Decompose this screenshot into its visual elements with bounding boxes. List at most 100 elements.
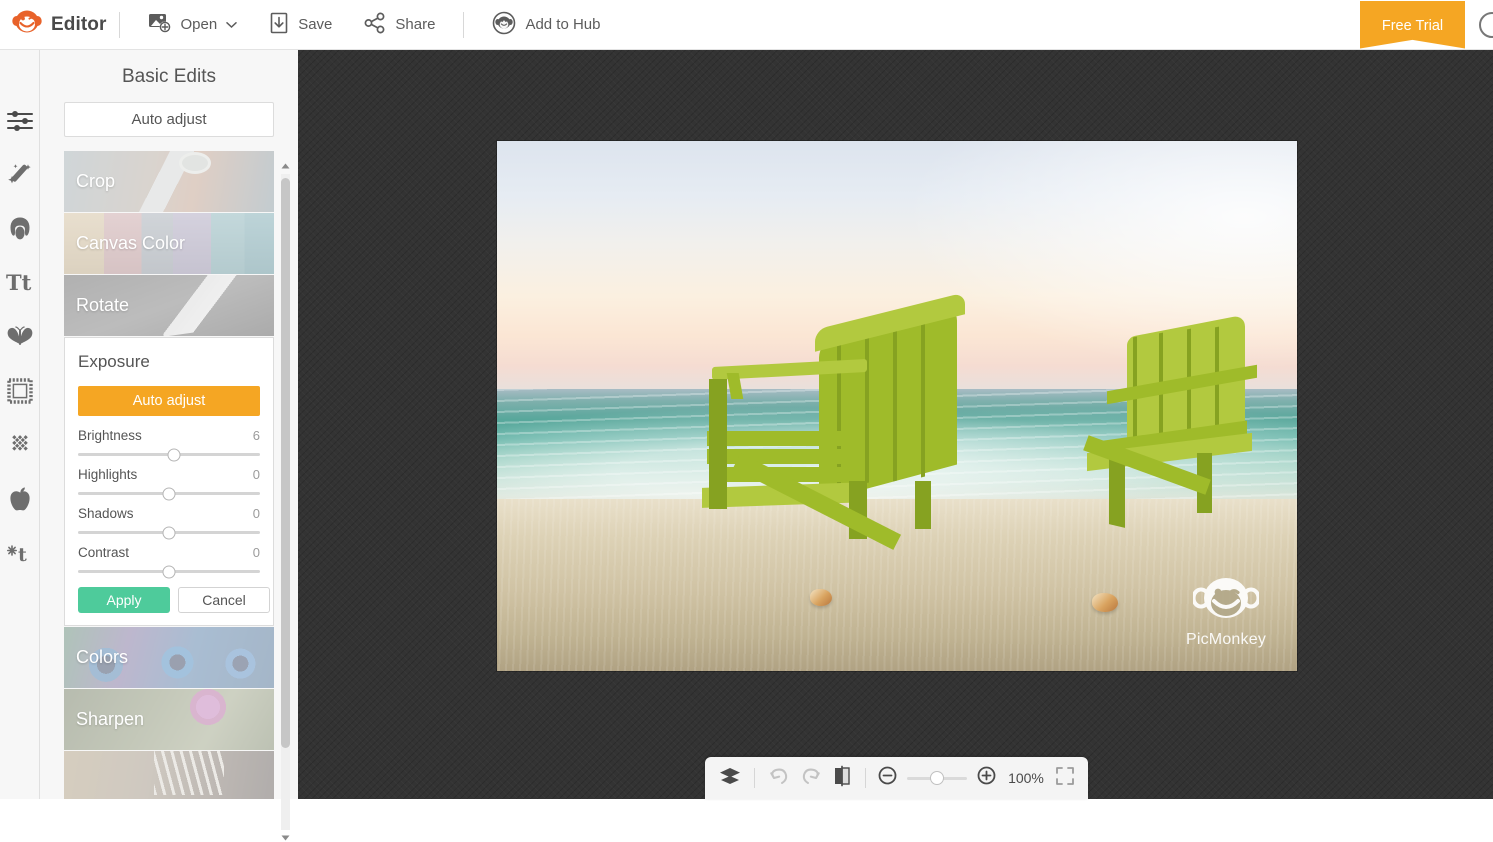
- cancel-button[interactable]: Cancel: [178, 587, 270, 613]
- exposure-actions: Apply Cancel: [78, 587, 260, 613]
- apple-icon: [8, 486, 32, 512]
- basic-edits-panel: Basic Edits Auto adjust Crop Canvas Colo…: [40, 50, 298, 799]
- snowflake-t-icon: t: [6, 541, 34, 565]
- zoom-slider-thumb[interactable]: [930, 771, 944, 785]
- tile-sharpen-label: Sharpen: [64, 709, 144, 730]
- slider-brightness-thumb[interactable]: [168, 448, 181, 461]
- layers-button[interactable]: [719, 765, 741, 791]
- slider-shadows: Shadows 0: [78, 506, 260, 534]
- apply-label: Apply: [106, 592, 141, 608]
- redo-arrow-icon: [800, 766, 822, 791]
- open-button[interactable]: Open: [132, 0, 254, 50]
- photo-beach-chairs[interactable]: PicMonkey: [497, 141, 1297, 671]
- sidebar-item-themes[interactable]: [5, 484, 35, 514]
- page-title: Basic Edits: [40, 50, 298, 102]
- slider-brightness-head: Brightness 6: [78, 428, 260, 443]
- tile-canvas-color-label: Canvas Color: [64, 233, 185, 254]
- toolbar-divider-1: [754, 768, 755, 788]
- zoom-out-button[interactable]: [878, 765, 897, 791]
- seashell-right: [1092, 593, 1118, 612]
- slider-contrast-value: 0: [253, 545, 260, 560]
- slider-shadows-thumb[interactable]: [163, 526, 176, 539]
- slider-shadows-head: Shadows 0: [78, 506, 260, 521]
- header-divider-2: [463, 12, 464, 38]
- slider-highlights-track[interactable]: [78, 492, 260, 495]
- slider-contrast-track[interactable]: [78, 570, 260, 573]
- compare-button[interactable]: [832, 765, 852, 791]
- download-icon: [269, 12, 289, 38]
- share-button[interactable]: Share: [348, 0, 451, 50]
- slider-contrast-label: Contrast: [78, 545, 129, 560]
- panel-auto-adjust-label: Auto adjust: [131, 111, 206, 128]
- sidebar-item-basic-edits[interactable]: [5, 106, 35, 136]
- sidebar-item-seasonal[interactable]: t: [5, 538, 35, 568]
- apply-button[interactable]: Apply: [78, 587, 170, 613]
- scroll-up-arrow-icon[interactable]: [280, 162, 290, 170]
- svg-text:Tt: Tt: [6, 271, 32, 295]
- tile-next-partial-veil: [64, 751, 274, 799]
- sidebar-item-textures[interactable]: [5, 430, 35, 460]
- slider-contrast-thumb[interactable]: [163, 565, 176, 578]
- editor-canvas[interactable]: PicMonkey: [298, 50, 1493, 799]
- sidebar-item-frames[interactable]: [5, 376, 35, 406]
- panel-scroll-area[interactable]: Crop Canvas Color Rotate Exposure Auto a…: [64, 151, 274, 799]
- account-circle-icon[interactable]: [1479, 12, 1493, 38]
- slider-shadows-track[interactable]: [78, 531, 260, 534]
- zoom-in-button[interactable]: [977, 765, 996, 791]
- brand: Editor: [0, 8, 107, 41]
- zoom-slider-track[interactable]: [907, 777, 967, 780]
- sidebar-item-effects[interactable]: [5, 160, 35, 190]
- add-to-hub-button[interactable]: Add to Hub: [476, 0, 616, 50]
- tile-next-partial[interactable]: [64, 751, 274, 799]
- add-to-hub-label: Add to Hub: [525, 16, 600, 33]
- tile-canvas-color[interactable]: Canvas Color: [64, 213, 274, 274]
- open-label: Open: [181, 16, 218, 33]
- sidebar-item-touch-up[interactable]: [5, 214, 35, 244]
- chevron-down-icon: [226, 16, 237, 33]
- frame-icon: [7, 378, 33, 404]
- face-touchup-icon: [7, 216, 33, 242]
- add-photo-icon: [148, 12, 172, 38]
- tile-colors-label: Colors: [64, 647, 128, 668]
- exposure-auto-adjust-button[interactable]: Auto adjust: [78, 386, 260, 416]
- save-button[interactable]: Save: [253, 0, 348, 50]
- scroll-down-arrow-icon[interactable]: [280, 834, 290, 842]
- save-label: Save: [298, 16, 332, 33]
- free-trial-button[interactable]: Free Trial: [1360, 1, 1465, 49]
- sidebar-item-overlays[interactable]: [5, 322, 35, 352]
- slider-highlights: Highlights 0: [78, 467, 260, 495]
- texture-icon: [7, 432, 33, 458]
- slider-highlights-label: Highlights: [78, 467, 137, 482]
- fit-to-screen-button[interactable]: [1056, 765, 1074, 791]
- slider-brightness-value: 6: [253, 428, 260, 443]
- text-tt-icon: Tt: [6, 271, 34, 295]
- slider-highlights-thumb[interactable]: [163, 487, 176, 500]
- panel-auto-adjust-button[interactable]: Auto adjust: [64, 102, 274, 137]
- slider-highlights-value: 0: [253, 467, 260, 482]
- tile-colors[interactable]: Colors: [64, 627, 274, 688]
- tile-crop[interactable]: Crop: [64, 151, 274, 212]
- brand-label: Editor: [51, 14, 107, 36]
- slider-highlights-head: Highlights 0: [78, 467, 260, 482]
- header-divider-1: [119, 12, 120, 38]
- tool-rail: Tt: [0, 50, 40, 799]
- slider-contrast: Contrast 0: [78, 545, 260, 573]
- fit-to-screen-icon: [1056, 767, 1074, 790]
- compare-split-icon: [832, 765, 852, 792]
- share-label: Share: [395, 16, 435, 33]
- photo-sand: [497, 499, 1297, 671]
- butterfly-icon: [6, 326, 34, 348]
- zoom-out-minus-icon: [878, 766, 897, 790]
- panel-scrollbar[interactable]: [278, 162, 292, 842]
- zoom-in-plus-icon: [977, 766, 996, 790]
- undo-button[interactable]: [768, 765, 790, 791]
- exposure-auto-adjust-label: Auto adjust: [133, 393, 206, 409]
- redo-button[interactable]: [800, 765, 822, 791]
- seashell-left: [810, 589, 832, 606]
- tile-crop-label: Crop: [64, 171, 115, 192]
- slider-brightness-track[interactable]: [78, 453, 260, 456]
- sidebar-item-text[interactable]: Tt: [5, 268, 35, 298]
- tile-sharpen[interactable]: Sharpen: [64, 689, 274, 750]
- tile-rotate[interactable]: Rotate: [64, 275, 274, 336]
- scrollbar-thumb[interactable]: [281, 178, 290, 748]
